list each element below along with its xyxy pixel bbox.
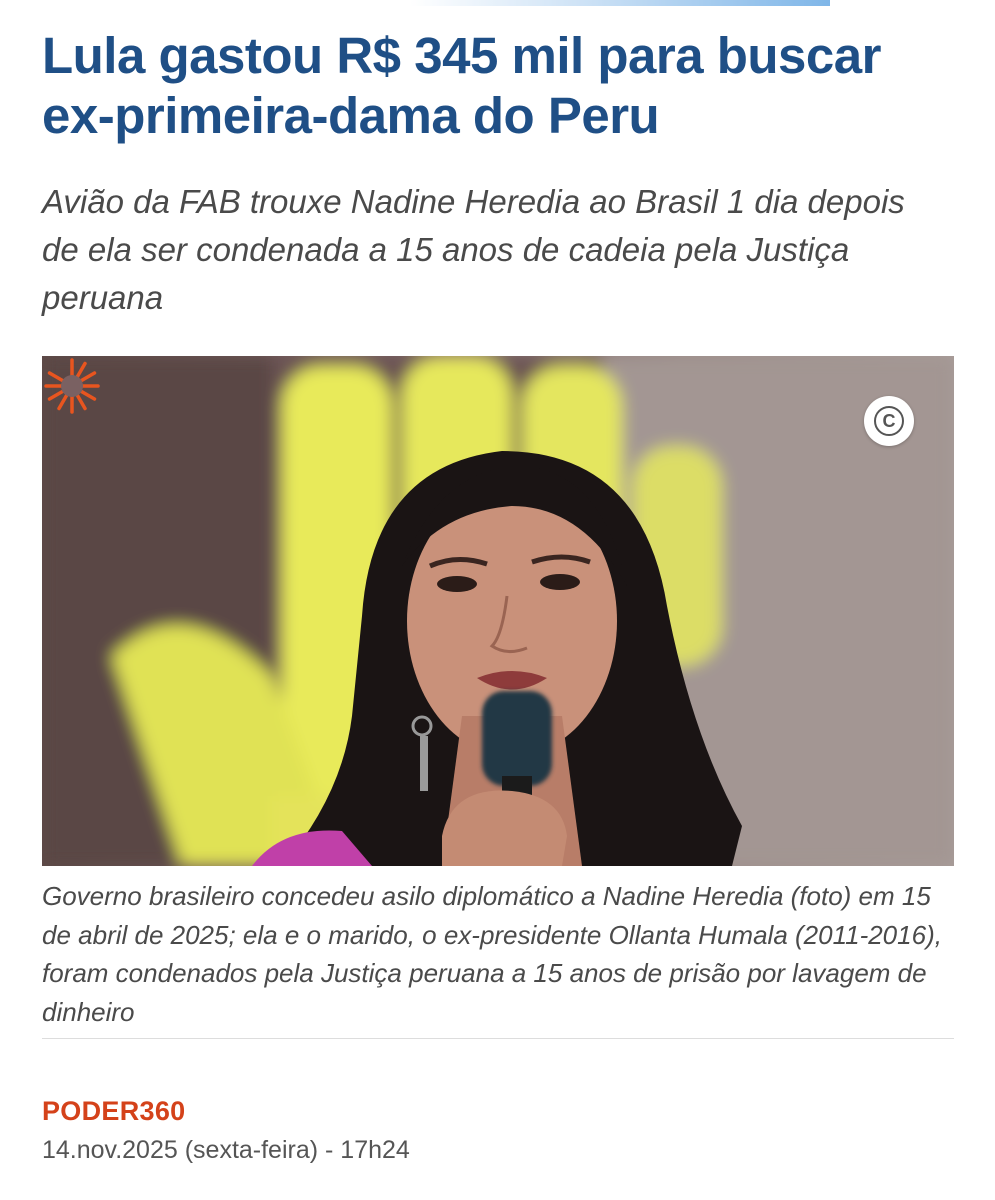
top-progress-bar: [410, 0, 830, 6]
divider: [42, 1038, 954, 1039]
photo-illustration: [42, 356, 954, 866]
poder360-sunburst-icon: [44, 358, 100, 414]
article-photo[interactable]: C: [42, 356, 954, 866]
article-headline: Lula gastou R$ 345 mil para buscar ex-pr…: [42, 27, 881, 144]
publish-date: 14.nov.2025 (sexta-feira) - 17h24: [42, 1136, 410, 1164]
copyright-icon[interactable]: C: [864, 396, 914, 446]
copyright-symbol: C: [874, 406, 904, 436]
photo-caption: Governo brasileiro concedeu asilo diplom…: [42, 881, 942, 1027]
source-label[interactable]: PODER360: [42, 1096, 185, 1127]
article-subheadline: Avião da FAB trouxe Nadine Heredia ao Br…: [42, 183, 905, 316]
